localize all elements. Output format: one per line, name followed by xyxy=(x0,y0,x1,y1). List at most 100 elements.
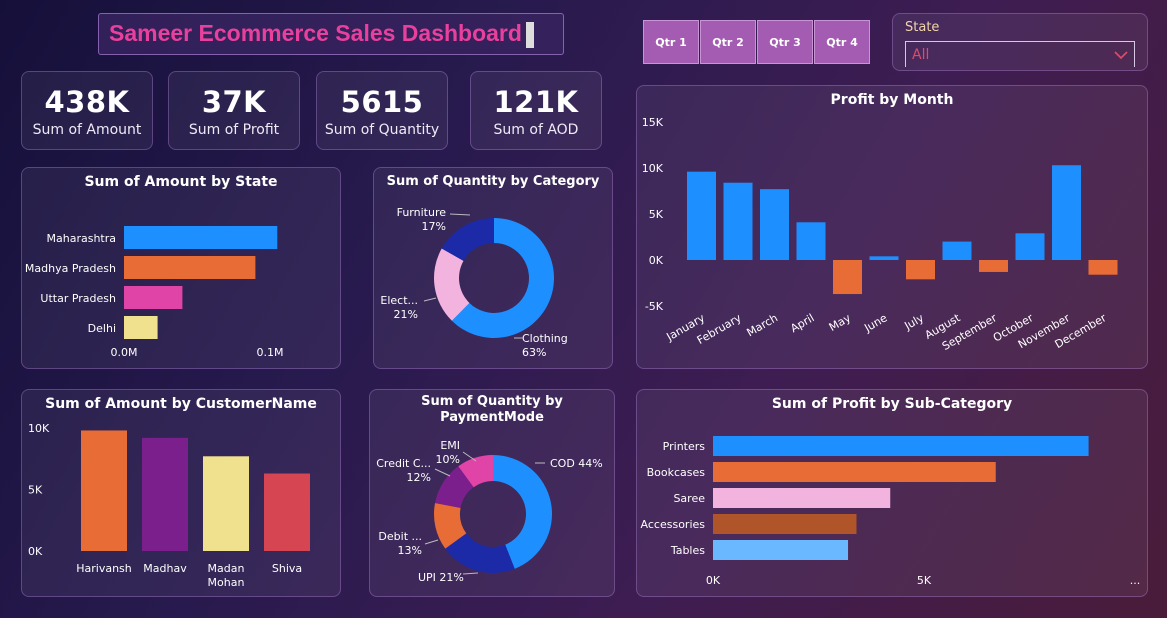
state-label: Delhi xyxy=(88,322,116,335)
y-tick-label: 0K xyxy=(649,254,664,267)
subcategory-label: Printers xyxy=(663,440,706,453)
customer-label: Madan xyxy=(208,562,245,575)
y-tick-label: 5K xyxy=(28,484,43,497)
category-label: Clothing xyxy=(522,332,568,345)
dashboard-title: Sameer Ecommerce Sales Dashboard xyxy=(98,13,564,55)
customer-bar xyxy=(203,456,249,551)
state-bar xyxy=(124,316,158,339)
category-value-label: 17% xyxy=(422,220,446,233)
payment-leader-line xyxy=(424,539,439,545)
customer-bar xyxy=(264,473,310,551)
category-leader-line xyxy=(423,297,437,302)
payment-value-label: 10% xyxy=(436,453,460,466)
subcategory-label: Bookcases xyxy=(647,466,706,479)
kpi-value: 438K xyxy=(44,85,130,119)
payment-label: COD 44% xyxy=(550,457,603,470)
kpi-label: Sum of Amount xyxy=(32,122,142,138)
state-label: Madhya Pradesh xyxy=(25,262,116,275)
qtr-3-button[interactable]: Qtr 3 xyxy=(757,20,813,64)
x-tick-label: 5K xyxy=(917,574,932,587)
payment-label: UPI 21% xyxy=(418,571,464,584)
y-tick-label: 15K xyxy=(642,116,664,129)
profit-by-subcategory-chart: Printers Bookcases Saree Accessories Tables 0… xyxy=(641,436,1141,587)
payment-value-label: 12% xyxy=(407,471,431,484)
category-value-label: 63% xyxy=(522,346,546,359)
state-label: Maharashtra xyxy=(47,232,117,245)
amount-by-state-chart: Maharashtra Madhya Pradesh Uttar Pradesh De… xyxy=(25,226,284,359)
qtr-4-button[interactable]: Qtr 4 xyxy=(814,20,870,64)
quantity-by-paymentmode-panel: Sum of Quantity by PaymentMode COD 44% UP… xyxy=(369,389,615,597)
kpi-card-aod: 121K Sum of AOD xyxy=(470,71,602,150)
month-label: June xyxy=(861,311,889,335)
month-bar xyxy=(1052,165,1081,260)
y-tick-label: -5K xyxy=(645,300,664,313)
state-bar xyxy=(124,226,278,249)
payment-label: EMI xyxy=(440,439,460,452)
state-filter-label: State xyxy=(905,20,940,35)
dashboard-title-text: Sameer Ecommerce Sales Dashboard xyxy=(109,20,522,46)
customer-label: Mohan xyxy=(208,576,245,589)
month-label: April xyxy=(788,311,816,335)
payment-leader-line xyxy=(462,572,479,575)
y-tick-label: 0K xyxy=(28,545,43,558)
quantity-by-category-panel: Sum of Quantity by Category Clothing 63% E… xyxy=(373,167,613,369)
subcategory-bar xyxy=(713,488,891,508)
subcategory-bar xyxy=(713,462,996,482)
subcategory-bar xyxy=(713,540,849,560)
x-tick-label: 0K xyxy=(706,574,721,587)
profit-by-month-panel: Profit by Month 15K 10K 5K 0K -5K January Febr… xyxy=(636,85,1148,369)
qtr-1-button[interactable]: Qtr 1 xyxy=(643,20,699,64)
payment-value-label: 13% xyxy=(398,544,422,557)
month-bar xyxy=(1088,260,1118,275)
kpi-value: 37K xyxy=(201,85,267,119)
profit-by-subcategory-panel: Sum of Profit by Sub-Category Printers Bo… xyxy=(636,389,1148,597)
amount-by-state-panel: Sum of Amount by State Maharashtra Madhya… xyxy=(21,167,341,369)
kpi-value: 5615 xyxy=(340,85,424,119)
month-bar xyxy=(979,260,1008,272)
kpi-label: Sum of Profit xyxy=(188,122,280,138)
subcategory-label: Accessories xyxy=(641,518,706,531)
month-bar xyxy=(796,222,826,260)
state-dropdown-value: All xyxy=(912,46,930,63)
customer-bar xyxy=(142,437,188,551)
chevron-down-icon xyxy=(1114,50,1128,59)
customer-label: Shiva xyxy=(272,562,302,575)
payment-leader-line xyxy=(434,468,451,477)
profit-by-month-chart: 15K10K5K0K-5KJanuaryFebruary March April Ma… xyxy=(642,116,1118,353)
state-filter: State All xyxy=(892,13,1148,71)
y-tick-label: 10K xyxy=(28,422,50,435)
month-bar xyxy=(833,260,862,295)
kpi-card-amount: 438K Sum of Amount xyxy=(21,71,153,150)
subcategory-label: Saree xyxy=(673,492,705,505)
qtr-2-button[interactable]: Qtr 2 xyxy=(700,20,756,64)
subcategory-label: Tables xyxy=(670,544,705,557)
state-bar xyxy=(124,256,256,279)
kpi-label: Sum of AOD xyxy=(493,122,579,138)
state-dropdown[interactable]: All xyxy=(905,41,1135,67)
category-leader-line xyxy=(449,213,471,216)
category-label: Elect... xyxy=(380,294,418,307)
amount-by-customer-panel: Sum of Amount by CustomerName 10K 5K 0K Har… xyxy=(21,389,341,597)
y-tick-label: 10K xyxy=(642,162,664,175)
state-bar xyxy=(124,286,183,309)
month-bar xyxy=(906,260,935,280)
month-bar xyxy=(723,182,753,260)
payment-label: Credit C... xyxy=(376,457,431,470)
payment-label: Debit ... xyxy=(378,530,422,543)
subcategory-bar xyxy=(713,436,1089,456)
more-indicator: ... xyxy=(1130,574,1141,587)
month-label: May xyxy=(827,311,854,334)
category-value-label: 21% xyxy=(394,308,418,321)
subcategory-bar xyxy=(713,514,857,534)
kpi-card-quantity: 5615 Sum of Quantity xyxy=(316,71,448,150)
customer-label: Madhav xyxy=(143,562,187,575)
quantity-by-category-chart: Clothing63% Elect...21% Furniture17% xyxy=(380,206,568,359)
month-label: March xyxy=(744,311,780,339)
state-label: Uttar Pradesh xyxy=(40,292,116,305)
x-tick-label: 0.1M xyxy=(257,346,284,359)
category-label: Furniture xyxy=(397,206,447,219)
month-bar xyxy=(760,189,789,260)
month-bar xyxy=(687,171,716,260)
y-tick-label: 5K xyxy=(649,208,664,221)
customer-bar xyxy=(81,430,127,551)
